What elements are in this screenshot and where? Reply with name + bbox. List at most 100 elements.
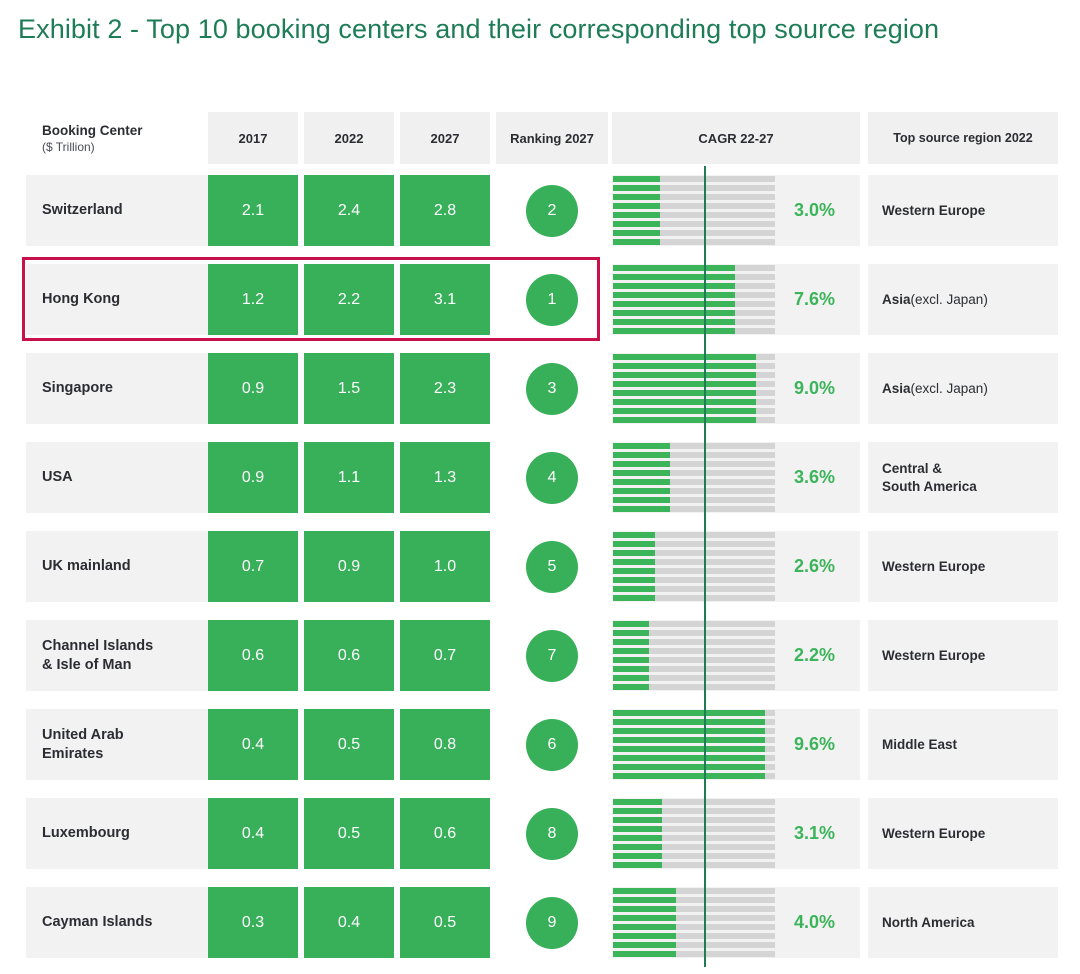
value-2022: 0.5 — [304, 798, 394, 869]
cagr-bar-stripe — [613, 506, 775, 512]
cagr-bar-fill — [613, 853, 662, 859]
value-2027: 1.0 — [400, 531, 490, 602]
cagr-bar — [613, 255, 775, 344]
cagr-bar-stripe — [613, 203, 775, 209]
top-source-region: Western Europe — [868, 175, 1058, 246]
cagr-bar-fill — [613, 799, 662, 805]
top-source-region: Asia (excl. Japan) — [868, 353, 1058, 424]
cagr-bar-stripe — [613, 684, 775, 690]
booking-center-name: United Arab Emirates — [26, 709, 208, 780]
booking-center-name: UK mainland — [26, 531, 208, 602]
cagr-bar-stripe — [613, 541, 775, 547]
booking-center-name: Singapore — [26, 353, 208, 424]
cagr-reference-line — [703, 166, 706, 255]
cagr-value-label: 9.6% — [793, 734, 836, 754]
cagr-bar-stripe — [613, 292, 775, 298]
cagr-cell: 3.1% — [612, 789, 860, 878]
cagr-bar-fill — [613, 203, 660, 209]
cagr-value-label: 4.0% — [793, 912, 836, 932]
cagr-bar-stripe — [613, 461, 775, 467]
cagr-bar-stripe — [613, 479, 775, 485]
cagr-bar-fill — [613, 185, 660, 191]
cagr-reference-line — [703, 789, 706, 878]
table-row[interactable]: Switzerland 2.1 2.4 2.8 2 3.0% Western Europe — [0, 166, 1080, 255]
booking-center-name: Hong Kong — [26, 264, 208, 335]
cagr-bar-fill — [613, 719, 766, 725]
cagr-bar-stripe — [613, 951, 775, 957]
rank-badge: 2 — [526, 184, 578, 237]
table-row[interactable]: Singapore 0.9 1.5 2.3 3 9.0% Asia (excl. Japan… — [0, 344, 1080, 433]
ranking-cell: 5 — [496, 531, 608, 602]
cagr-bar-fill — [613, 764, 766, 770]
cagr-bar-stripe — [613, 328, 775, 334]
cagr-bar-stripe — [613, 888, 775, 894]
cagr-bar-fill — [613, 746, 766, 752]
cagr-bar-fill — [613, 310, 735, 316]
cagr-bar-stripe — [613, 773, 775, 779]
table-row[interactable]: Channel Islands & Isle of Man 0.6 0.6 0.7 7 2… — [0, 611, 1080, 700]
cagr-bar-stripe — [613, 630, 775, 636]
cagr-bar-stripe — [613, 310, 775, 316]
cagr-bar-stripe — [613, 746, 775, 752]
cagr-bar-stripe — [613, 666, 775, 672]
cagr-bar — [613, 789, 775, 878]
ranking-cell: 8 — [496, 798, 608, 869]
rank-badge: 6 — [526, 718, 578, 771]
cagr-bar-stripe — [613, 675, 775, 681]
value-2022: 0.9 — [304, 531, 394, 602]
table-row[interactable]: Luxembourg 0.4 0.5 0.6 8 3.1% Western Europe — [0, 789, 1080, 878]
cagr-bar-fill — [613, 844, 662, 850]
cagr-bar-fill — [613, 568, 656, 574]
cagr-reference-line — [703, 878, 706, 967]
value-2027: 2.8 — [400, 175, 490, 246]
cagr-bar-stripe — [613, 221, 775, 227]
table-row[interactable]: United Arab Emirates 0.4 0.5 0.8 6 9.6% Middle… — [0, 700, 1080, 789]
cagr-cell: 3.6% — [612, 433, 860, 522]
cagr-bar-stripe — [613, 230, 775, 236]
cagr-bar-fill — [613, 951, 677, 957]
cagr-bar-fill — [613, 666, 649, 672]
cagr-bar-stripe — [613, 354, 775, 360]
cagr-bar-stripe — [613, 657, 775, 663]
cagr-bar-stripe — [613, 648, 775, 654]
cagr-bar-stripe — [613, 799, 775, 805]
cagr-bar-fill — [613, 675, 649, 681]
cagr-bar-stripe — [613, 452, 775, 458]
cagr-bar-fill — [613, 443, 670, 449]
cagr-bar-fill — [613, 657, 649, 663]
cagr-cell: 2.2% — [612, 611, 860, 700]
cagr-value-label: 3.0% — [793, 200, 836, 220]
top-source-region: Asia (excl. Japan) — [868, 264, 1058, 335]
cagr-bar-stripe — [613, 568, 775, 574]
table-row[interactable]: Cayman Islands 0.3 0.4 0.5 9 4.0% North Americ… — [0, 878, 1080, 967]
value-2022: 1.1 — [304, 442, 394, 513]
cagr-bar-fill — [613, 773, 766, 779]
column-header-ranking-2027: Ranking 2027 — [496, 112, 608, 164]
table-row[interactable]: UK mainland 0.7 0.9 1.0 5 2.6% Western Europe — [0, 522, 1080, 611]
cagr-bar-fill — [613, 479, 670, 485]
cagr-bar-fill — [613, 888, 677, 894]
cagr-bar-stripe — [613, 319, 775, 325]
cagr-bar-fill — [613, 488, 670, 494]
table-row[interactable]: USA 0.9 1.1 1.3 4 3.6% Central & South America — [0, 433, 1080, 522]
cagr-bar-fill — [613, 372, 756, 378]
cagr-bar-fill — [613, 924, 677, 930]
rank-badge: 9 — [526, 896, 578, 949]
cagr-value-label: 3.1% — [793, 823, 836, 843]
source-region-primary: Western Europe — [882, 647, 986, 663]
cagr-bar-fill — [613, 817, 662, 823]
cagr-reference-line — [703, 433, 706, 522]
cagr-bar-fill — [613, 577, 656, 583]
column-header-cagr: CAGR 22-27 — [612, 112, 860, 164]
cagr-bar-stripe — [613, 381, 775, 387]
value-2027: 0.7 — [400, 620, 490, 691]
value-2017: 0.9 — [208, 353, 298, 424]
cagr-bar-fill — [613, 470, 670, 476]
cagr-bar-stripe — [613, 621, 775, 627]
cagr-bar-fill — [613, 621, 649, 627]
value-2027: 1.3 — [400, 442, 490, 513]
source-region-primary: North America — [882, 914, 975, 930]
cagr-bar-stripe — [613, 470, 775, 476]
table-row[interactable]: Hong Kong 1.2 2.2 3.1 1 7.6% Asia (excl. Japan… — [0, 255, 1080, 344]
exhibit-table: Booking Center ($ Trillion) 2017 2022 20… — [0, 112, 1080, 967]
